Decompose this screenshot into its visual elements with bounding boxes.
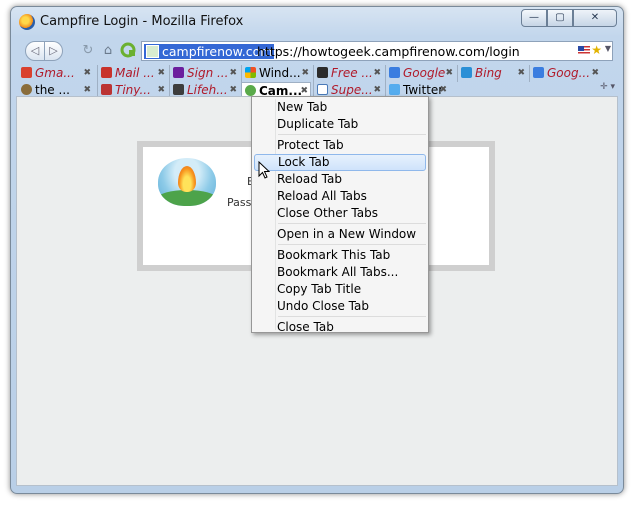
campfire-logo-icon [158,158,216,206]
bookmark-star-icon[interactable]: ★ [591,43,602,57]
menu-item-duplicate-tab[interactable]: Duplicate Tab [254,116,426,133]
menu-item-bookmark-this-tab[interactable]: Bookmark This Tab [254,247,426,264]
tab-context-menu: New Tab Duplicate Tab Protect Tab Lock T… [251,96,429,336]
tab-close-icon[interactable]: ✖ [517,65,525,81]
mail-favicon-icon [101,67,112,78]
close-button[interactable]: ✕ [573,9,617,27]
google-favicon-icon [389,67,400,78]
google-favicon-icon [533,67,544,78]
forward-button[interactable]: ▷ [45,41,63,61]
tab-free[interactable]: Free ... ✖ [313,65,383,82]
windows-favicon-icon [245,67,256,78]
tab-close-icon[interactable]: ✖ [591,65,599,81]
twitter-favicon-icon [389,84,400,95]
gmail-favicon-icon [21,67,32,78]
window-title: Campfire Login - Mozilla Firefox [40,14,244,29]
menu-item-bookmark-all-tabs[interactable]: Bookmark All Tabs... [254,264,426,281]
tab-close-icon[interactable]: ✖ [157,65,165,81]
navigation-toolbar: ◁ ▷ ↻ ⌂ campfirenow.com https://howtogee… [17,38,617,64]
window-controls: — ▢ ✕ [521,9,617,27]
mouse-cursor-icon [258,161,270,179]
document-favicon-icon [317,84,328,95]
campfire-favicon-icon [245,85,256,96]
firefox-logo-icon [19,14,35,30]
tab-close-icon[interactable]: ✖ [373,65,381,81]
menu-separator [278,134,426,135]
lifehacker-favicon-icon [173,84,184,95]
menu-item-reload-all-tabs[interactable]: Reload All Tabs [254,188,426,205]
tab-gmail[interactable]: Gma... ✖ [21,65,93,82]
logo-flame [178,166,196,192]
url-text[interactable]: https://howtogeek.campfirenow.com/login [257,44,520,59]
menu-item-close-tab[interactable]: Close Tab [254,319,426,336]
tab-windows[interactable]: Wind... ✖ [241,65,311,82]
menu-item-copy-tab-title[interactable]: Copy Tab Title [254,281,426,298]
tab-close-icon[interactable]: ✖ [301,65,309,81]
address-bar[interactable]: campfirenow.com https://howtogeek.campfi… [141,41,613,61]
menu-item-close-other-tabs[interactable]: Close Other Tabs [254,205,426,222]
gmx-favicon-icon [317,67,328,78]
tab-mail[interactable]: Mail ... ✖ [97,65,167,82]
bing-favicon-icon [461,67,472,78]
tab-bar: Gma... ✖ Mail ... ✖ Sign ... ✖ Wind... ✖ Fre… [17,64,619,100]
menu-item-open-in-new-window[interactable]: Open in a New Window [254,226,426,243]
menu-item-lock-tab[interactable]: Lock Tab [254,154,426,171]
tab-close-icon[interactable]: ✖ [229,65,237,81]
menu-item-protect-tab[interactable]: Protect Tab [254,137,426,154]
tab-sign-in[interactable]: Sign ... ✖ [169,65,239,82]
home-icon[interactable]: ⌂ [99,42,117,60]
tab-close-icon[interactable]: ✖ [83,65,91,81]
tab-google[interactable]: Google ✖ [385,65,455,82]
addon-refresh-icon[interactable] [119,42,137,60]
url-dropdown-icon[interactable]: ▼ [605,44,611,53]
menu-separator [278,223,426,224]
site-identity-button[interactable]: campfirenow.com [144,44,275,59]
minimize-button[interactable]: — [521,9,547,27]
campfire-favicon-icon [146,45,159,58]
us-flag-icon [578,46,590,55]
back-button[interactable]: ◁ [25,41,45,61]
tab-bing[interactable]: Bing ✖ [457,65,527,82]
tab-google-2[interactable]: Goog... ✖ [529,65,601,82]
menu-separator [278,244,426,245]
menu-item-undo-close-tab[interactable]: Undo Close Tab [254,298,426,315]
reload-icon[interactable]: ↻ [79,42,97,60]
title-bar: Campfire Login - Mozilla Firefox — ▢ ✕ [11,7,623,37]
menu-item-new-tab[interactable]: New Tab [254,99,426,116]
tinyurl-favicon-icon [101,84,112,95]
avatar-favicon-icon [21,84,32,95]
menu-item-reload-tab[interactable]: Reload Tab [254,171,426,188]
maximize-button[interactable]: ▢ [547,9,573,27]
site-identity-label: campfirenow.com [162,44,273,59]
yahoo-favicon-icon [173,67,184,78]
menu-separator [278,316,426,317]
logo-hill [158,190,216,206]
tab-close-icon[interactable]: ✖ [445,65,453,81]
tab-list-icon[interactable]: ✛ ▾ [600,82,615,92]
